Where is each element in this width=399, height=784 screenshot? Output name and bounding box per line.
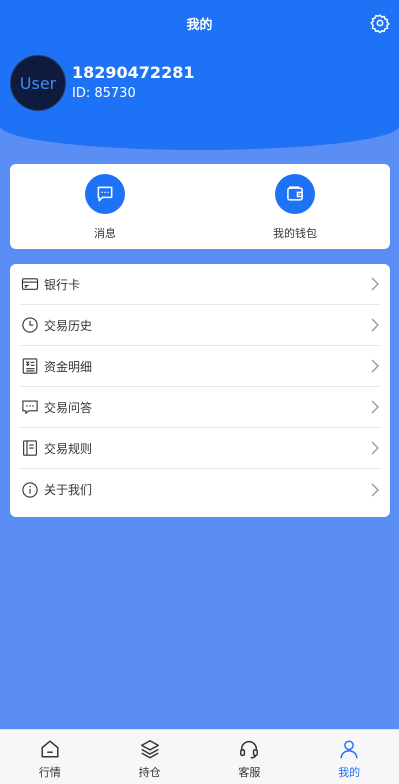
menu-label-bank-card: 银行卡 <box>44 277 81 292</box>
headset-icon <box>240 741 259 759</box>
tab-label-holdings: 持仓 <box>138 766 161 779</box>
wallet-icon <box>275 174 315 214</box>
chat-bubble-icon <box>20 397 40 417</box>
chevron-right-icon <box>371 318 379 332</box>
bottom-tab-bar: 行情 持仓 客服 我的 <box>0 729 399 784</box>
user-id: ID: 85730 <box>72 86 136 101</box>
menu-item-bank-card[interactable]: 银行卡 <box>20 264 380 305</box>
layers-icon <box>140 740 159 759</box>
top-bar: 我的 <box>0 0 399 46</box>
tab-holdings[interactable]: 持仓 <box>100 730 200 784</box>
tab-customer-service[interactable]: 客服 <box>200 730 300 784</box>
menu-item-trade-qa[interactable]: 交易问答 <box>20 387 380 428</box>
phone-number: 18290472281 <box>72 63 195 82</box>
profile-section: User 18290472281 ID: 85730 <box>10 55 194 111</box>
chevron-right-icon <box>371 359 379 373</box>
chevron-right-icon <box>371 441 379 455</box>
avatar-text: User <box>19 73 57 93</box>
avatar[interactable]: User <box>10 55 66 111</box>
menu-label-trade-history: 交易历史 <box>44 318 93 333</box>
message-label: 消息 <box>94 227 116 240</box>
tab-label-mine: 我的 <box>338 766 361 779</box>
tab-market[interactable]: 行情 <box>0 730 100 784</box>
chevron-right-icon <box>371 400 379 414</box>
menu-label-fund-details: 资金明细 <box>44 359 93 374</box>
wallet-button[interactable]: 我的钱包 <box>200 164 390 249</box>
message-icon <box>85 174 125 214</box>
menu-item-about-us[interactable]: 关于我们 <box>20 469 380 510</box>
quick-actions-card: 消息 我的钱包 <box>10 164 390 249</box>
market-icon <box>41 740 59 758</box>
profile-info: 18290472281 ID: 85730 <box>72 63 194 103</box>
chevron-right-icon <box>371 483 379 496</box>
message-button[interactable]: 消息 <box>10 164 200 249</box>
menu-item-fund-details[interactable]: 资金明细 <box>20 346 380 387</box>
page-title: 我的 <box>186 17 213 33</box>
menu-item-trade-history[interactable]: 交易历史 <box>20 305 380 346</box>
menu-card: 银行卡 交易历史 资金明细 交易问答 交易规则 关于我们 <box>10 264 390 517</box>
info-icon <box>20 480 40 500</box>
clock-icon <box>20 315 40 335</box>
menu-label-about-us: 关于我们 <box>44 483 93 497</box>
fund-detail-icon <box>20 356 40 376</box>
menu-label-trade-qa: 交易问答 <box>44 400 93 415</box>
book-icon <box>20 438 40 458</box>
chevron-right-icon <box>371 277 379 291</box>
tab-label-customer-service: 客服 <box>238 766 261 779</box>
user-icon <box>340 740 358 759</box>
gear-icon[interactable] <box>370 13 390 33</box>
bank-card-icon <box>20 274 40 294</box>
menu-label-trade-rules: 交易规则 <box>44 441 93 456</box>
menu-item-trade-rules[interactable]: 交易规则 <box>20 428 380 469</box>
tab-mine[interactable]: 我的 <box>299 730 399 784</box>
tab-label-market: 行情 <box>38 766 61 779</box>
wallet-label: 我的钱包 <box>273 227 317 240</box>
